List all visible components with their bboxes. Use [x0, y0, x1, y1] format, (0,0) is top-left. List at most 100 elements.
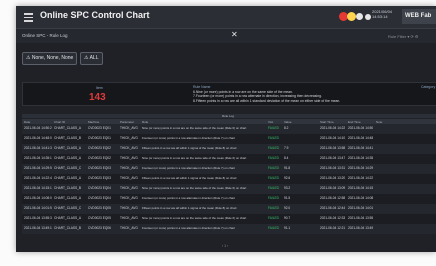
- count-label: Item: [96, 86, 103, 90]
- cell-violation: FAILED: [266, 204, 282, 214]
- cell-rule: Nine (or more) points in a row are on th…: [140, 184, 266, 194]
- cell-param: THICK_AVG: [118, 134, 140, 144]
- cell-note: [374, 194, 436, 204]
- cell-date: 2021-06-04 14:15:19: [22, 184, 52, 194]
- cell-note: [374, 214, 436, 224]
- cell-note: [374, 154, 436, 164]
- cell-rule: Nine (or more) points in a row are on th…: [140, 214, 266, 224]
- brand-badge[interactable]: WEB Fab: [402, 9, 436, 24]
- table-row[interactable]: 2021-06-04 14:48:02 CHART_CLASS_B CVD002…: [22, 134, 436, 144]
- cell-note: [374, 224, 436, 234]
- cell-rule: Nine (or more) points in a row are on th…: [140, 124, 266, 134]
- cell-date: 2021-06-04 14:35:10: [22, 154, 52, 164]
- filter-chip-machine[interactable]: ⚠ None, None, None: [22, 52, 78, 65]
- table-row[interactable]: 2021-06-04 14:50:21 CHART_CLASS_A CVD002…: [22, 124, 436, 134]
- cell-violation: FAILED: [266, 184, 282, 194]
- cell-note: [374, 204, 436, 214]
- cell-machine: CVD0023 EQ05: [86, 204, 118, 214]
- table-row[interactable]: 2021-06-04 14:22:44 CHART_CLASS_A CVD002…: [22, 174, 436, 184]
- table-row[interactable]: 2021-06-04 14:15:19 CHART_CLASS_B CVD002…: [22, 184, 436, 194]
- cell-end: 2021-06-04 14:01: [346, 204, 374, 214]
- cell-start: 2021-06-04 14:10: [318, 134, 346, 144]
- cell-param: THICK_AVG: [118, 224, 140, 234]
- cell-date: 2021-06-04 14:01:52: [22, 204, 52, 214]
- cell-date: 2021-06-04 14:48:02: [22, 134, 52, 144]
- cell-start: 2021-06-04 12:33: [318, 214, 346, 224]
- cell-start: 2021-06-04 12:21: [318, 224, 346, 234]
- cell-chart: CHART_CLASS_B: [52, 184, 86, 194]
- cell-end: 2021-06-04 14:08: [346, 194, 374, 204]
- table-row[interactable]: 2021-06-04 14:35:10 CHART_CLASS_A CVD002…: [22, 154, 436, 164]
- filter-chip-all[interactable]: ⚠ ALL: [80, 52, 103, 65]
- cell-end: 2021-06-04 13:49: [346, 224, 374, 234]
- cell-violation: FAILED: [266, 144, 282, 154]
- cell-date: 2021-06-04 13:55:30: [22, 214, 52, 224]
- cell-machine: CVD0023 EQ03: [86, 164, 118, 174]
- cell-value: [282, 134, 318, 144]
- cell-end: 2021-06-04 14:50: [346, 124, 374, 134]
- cell-value: 90.7: [282, 214, 318, 224]
- pagination-controls[interactable]: ‹ 1 ›: [222, 244, 228, 248]
- cell-rule: Fourteen (or more) points in a row alter…: [140, 134, 266, 144]
- cell-chart: CHART_CLASS_A: [52, 194, 86, 204]
- sub-header: Online SPC - Rule Log ✕ Rule Filter ▾ ⟳ …: [16, 29, 436, 43]
- cell-start: 2021-06-04 12:58: [318, 194, 346, 204]
- cell-rule: Fifteen points in a row are all within 1…: [140, 204, 266, 214]
- cell-end: 2021-06-04 14:35: [346, 154, 374, 164]
- cell-machine: CVD0023 EQ02: [86, 154, 118, 164]
- cell-violation: FAILED: [266, 164, 282, 174]
- cell-date: 2021-06-04 14:22:44: [22, 174, 52, 184]
- cell-chart: CHART_CLASS_A: [52, 144, 86, 154]
- toolbar-tools[interactable]: Rule Filter ▾ ⟳ ⚙: [388, 34, 419, 39]
- cell-violation: FAILED: [266, 224, 282, 234]
- app-title: Online SPC Control Chart: [40, 10, 150, 20]
- cell-machine: CVD0023 EQ01: [86, 124, 118, 134]
- cell-value: 92.6: [282, 174, 318, 184]
- cell-value: 91.1: [282, 224, 318, 234]
- cell-param: THICK_AVG: [118, 214, 140, 224]
- table-row[interactable]: 2021-06-04 14:01:52 CHART_CLASS_C CVD002…: [22, 204, 436, 214]
- cell-machine: CVD0023 EQ03: [86, 174, 118, 184]
- cell-chart: CHART_CLASS_B: [52, 134, 86, 144]
- cell-param: THICK_AVG: [118, 194, 140, 204]
- cell-date: 2021-06-04 14:08:03: [22, 194, 52, 204]
- cell-param: THICK_AVG: [118, 164, 140, 174]
- cell-violation: FAILED: [266, 174, 282, 184]
- menu-icon[interactable]: [24, 11, 33, 22]
- cell-param: THICK_AVG: [118, 144, 140, 154]
- cell-date: 2021-06-04 13:49:11: [22, 224, 52, 234]
- cell-chart: CHART_CLASS_A: [52, 154, 86, 164]
- close-icon[interactable]: ✕: [231, 30, 238, 39]
- cell-value: 7.9: [282, 144, 318, 154]
- cell-rule: Fifteen points in a row are all within 1…: [140, 174, 266, 184]
- table-row[interactable]: 2021-06-04 13:49:11 CHART_CLASS_B CVD002…: [22, 224, 436, 234]
- cell-end: 2021-06-04 14:41: [346, 144, 374, 154]
- pagination: ‹ 1 ›: [22, 242, 436, 252]
- rule-description: 6.Nine (or more) points in a row are on …: [193, 90, 413, 103]
- cell-date: 2021-06-04 14:41:37: [22, 144, 52, 154]
- user-icon[interactable]: [365, 14, 371, 20]
- cell-end: 2021-06-04 14:22: [346, 174, 374, 184]
- cell-violation: FAILED: [266, 194, 282, 204]
- cell-rule: Fourteen (or more) points in a row alter…: [140, 224, 266, 234]
- warning-icon[interactable]: [347, 12, 356, 21]
- cell-chart: CHART_CLASS_A: [52, 124, 86, 134]
- table-row[interactable]: 2021-06-04 13:55:30 CHART_CLASS_A CVD002…: [22, 214, 436, 224]
- cell-param: THICK_AVG: [118, 184, 140, 194]
- cell-rule: Fourteen (or more) points in a row alter…: [140, 164, 266, 174]
- cell-param: THICK_AVG: [118, 124, 140, 134]
- table-row[interactable]: 2021-06-04 14:29:58 CHART_CLASS_C CVD002…: [22, 164, 436, 174]
- cell-machine: CVD0023 EQ05: [86, 214, 118, 224]
- table-row[interactable]: 2021-06-04 14:41:37 CHART_CLASS_A CVD002…: [22, 144, 436, 154]
- cell-date: 2021-06-04 14:50:21: [22, 124, 52, 134]
- cell-param: THICK_AVG: [118, 174, 140, 184]
- cell-rule: Nine (or more) points in a row are on th…: [140, 154, 266, 164]
- settings-icon[interactable]: [356, 13, 363, 20]
- table-row[interactable]: 2021-06-04 14:08:03 CHART_CLASS_A CVD002…: [22, 194, 436, 204]
- cell-machine: CVD0023 EQ01: [86, 134, 118, 144]
- cell-start: 2021-06-04 13:20: [318, 174, 346, 184]
- section-title: Rule Log: [222, 114, 235, 118]
- cell-value: 91.5: [282, 194, 318, 204]
- cell-value: 8.2: [282, 124, 318, 134]
- app-window: Online SPC Control Chart 2021/06/04 14:5…: [16, 6, 436, 252]
